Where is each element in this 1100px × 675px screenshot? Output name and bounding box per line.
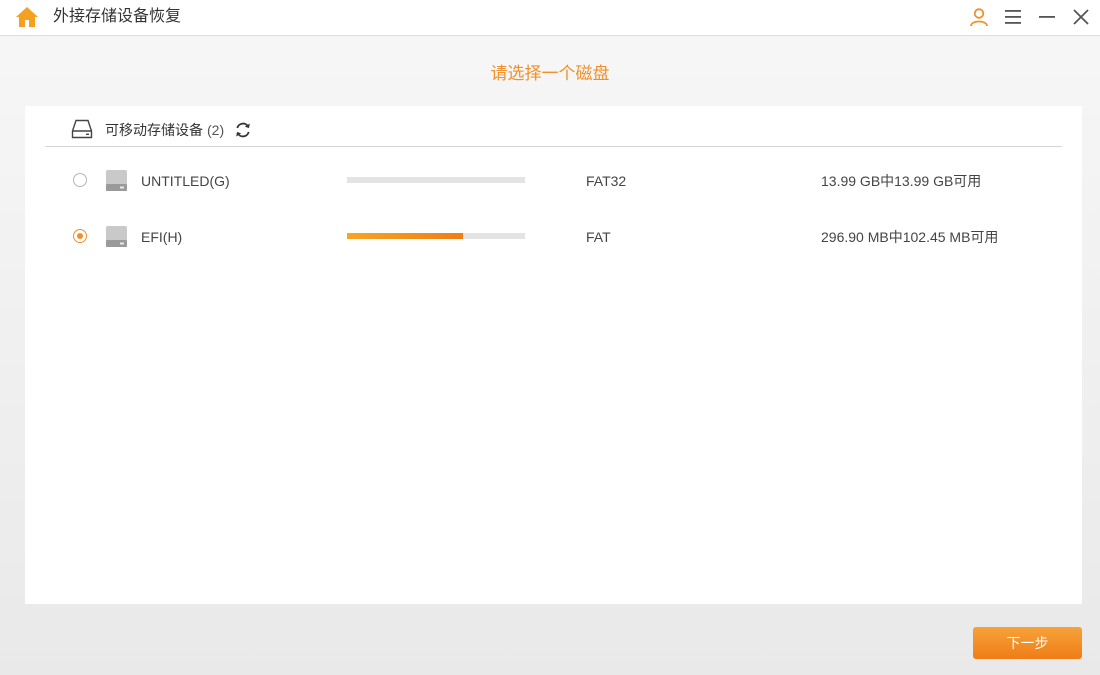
menu-icon[interactable] [1002,6,1024,28]
drive-outline-icon [71,119,93,139]
refresh-icon[interactable] [233,120,253,140]
usage-bar [347,233,525,239]
user-icon[interactable] [968,6,990,28]
close-icon[interactable] [1070,6,1092,28]
disk-space: 296.90 MB中102.45 MB可用 [821,229,999,245]
home-icon[interactable] [15,5,39,29]
disk-panel: 可移动存储设备 (2) UNTITLED(G) FAT32 13.99 GB中13… [25,106,1082,604]
page-heading: 请选择一个磁盘 [490,64,610,84]
disk-space: 13.99 GB中13.99 GB可用 [821,173,982,189]
disk-row-untitled[interactable]: UNTITLED(G) FAT32 13.99 GB中13.99 GB可用 [25,159,1082,199]
hard-drive-icon [104,168,129,193]
hard-drive-icon [104,224,129,249]
section-title-text: 可移动存储设备 [105,122,203,138]
section-title: 可移动存储设备 (2) [105,121,224,139]
usage-bar [347,177,525,183]
section-count: (2) [207,122,225,138]
usage-fill [347,233,463,239]
disk-name: EFI(H) [141,229,183,245]
disk-filesystem: FAT32 [586,173,627,189]
disk-row-efi[interactable]: EFI(H) FAT 296.90 MB中102.45 MB可用 [25,215,1082,255]
disk-filesystem: FAT [586,229,611,245]
minimize-icon[interactable] [1036,6,1058,28]
disk-radio[interactable] [73,229,87,243]
section-divider [45,146,1062,147]
next-button[interactable]: 下一步 [973,627,1082,659]
section-header: 可移动存储设备 (2) [25,106,1082,146]
disk-name: UNTITLED(G) [141,173,230,189]
disk-radio[interactable] [73,173,87,187]
app-title: 外接存储设备恢复 [53,8,182,25]
title-bar: 外接存储设备恢复 [0,0,1100,36]
